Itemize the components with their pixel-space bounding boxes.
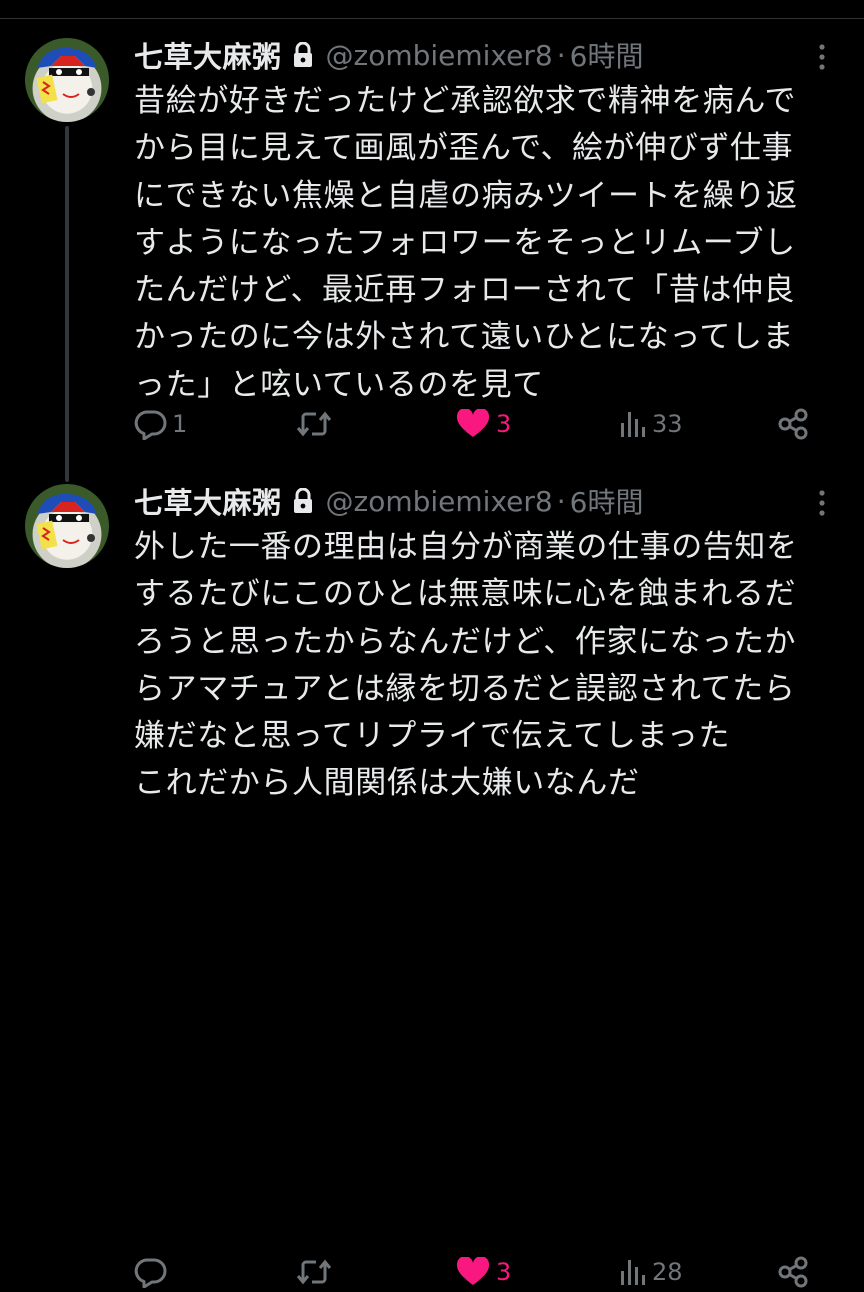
like-count: 3 [496, 410, 512, 438]
lock-icon [293, 488, 312, 513]
retweet-icon [296, 411, 332, 437]
reply-count: 1 [172, 410, 188, 438]
tweet-actions: 1 3 33 [0, 404, 864, 444]
separator-dot: · [556, 38, 566, 72]
tweet-header: 七草大麻粥 @zombiemixer8 · 6時間 [134, 481, 644, 521]
like-count: 3 [496, 1258, 512, 1286]
views-count: 28 [652, 1258, 683, 1286]
share-icon [778, 1256, 808, 1288]
views-count: 33 [652, 410, 683, 438]
heart-icon [456, 1257, 490, 1285]
retweet-button[interactable] [296, 404, 336, 444]
reply-button[interactable] [134, 1252, 172, 1292]
avatar[interactable] [25, 484, 109, 568]
more-icon[interactable] [812, 42, 832, 72]
retweet-icon [296, 1259, 332, 1285]
reply-icon [134, 410, 167, 440]
views-button[interactable]: 33 [618, 404, 683, 444]
reply-icon [134, 1258, 167, 1288]
share-icon [778, 408, 808, 440]
lock-icon [293, 42, 312, 67]
display-name[interactable]: 七草大麻粥 [134, 480, 282, 522]
views-button[interactable]: 28 [618, 1252, 683, 1292]
timestamp[interactable]: 6時間 [570, 481, 644, 521]
retweet-button[interactable] [296, 1252, 336, 1292]
timestamp[interactable]: 6時間 [570, 35, 644, 75]
more-icon[interactable] [812, 488, 832, 518]
tweet-header: 七草大麻粥 @zombiemixer8 · 6時間 [134, 35, 644, 75]
user-handle[interactable]: @zombiemixer8 [326, 39, 553, 72]
like-button[interactable]: 3 [456, 404, 511, 444]
tweet-text: 外した一番の理由は自分が商業の仕事の告知を するたびにこのひとは無意味に心を蝕ま… [134, 529, 798, 802]
tweet-actions: 3 28 [0, 1252, 864, 1292]
share-button[interactable] [776, 404, 810, 444]
user-handle[interactable]: @zombiemixer8 [326, 485, 553, 518]
reply-button[interactable]: 1 [134, 404, 187, 444]
like-button[interactable]: 3 [456, 1252, 511, 1292]
top-divider [0, 18, 864, 19]
share-button[interactable] [776, 1252, 810, 1292]
separator-dot: · [556, 484, 566, 518]
tweet-text: 昔絵が好きだったけど承認欲求で精神を病んで から目に見えて画風が歪んで、絵が伸び… [134, 83, 798, 403]
views-icon [621, 412, 645, 437]
heart-icon [456, 409, 490, 437]
views-icon [621, 1260, 645, 1285]
avatar[interactable] [25, 38, 109, 122]
display-name[interactable]: 七草大麻粥 [134, 34, 282, 76]
